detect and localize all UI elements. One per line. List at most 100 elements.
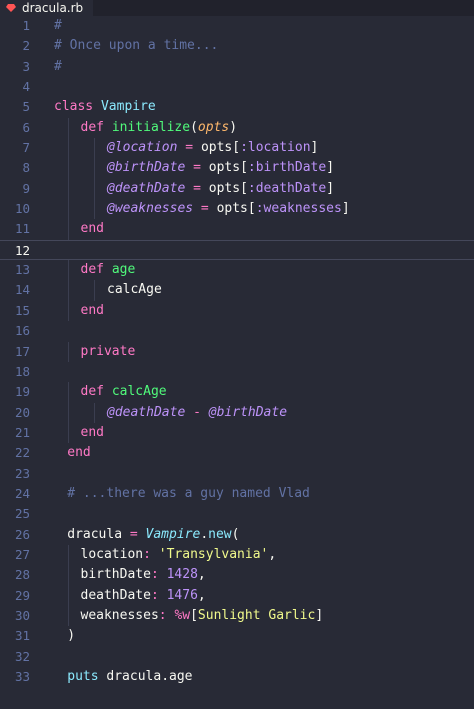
- code-token: :: [143, 546, 159, 562]
- code-line[interactable]: 19 def calcAge: [0, 382, 474, 403]
- tab-dracula-rb[interactable]: dracula.rb: [0, 0, 94, 16]
- line-content: @weaknesses = opts[:weaknesses]: [107, 199, 350, 219]
- code-line[interactable]: 23: [0, 464, 474, 484]
- code-token: opts[: [216, 201, 256, 217]
- indent-guide: [68, 382, 69, 403]
- code-line[interactable]: 33 puts dracula.age: [0, 667, 474, 687]
- line-content: #: [54, 16, 62, 36]
- code-token: 'Transylvania': [158, 546, 269, 562]
- code-token: (: [231, 526, 240, 542]
- code-token: age: [169, 669, 193, 684]
- indent-guide: [68, 300, 69, 322]
- line-number: 3: [22, 58, 30, 74]
- code-line[interactable]: 31): [0, 626, 474, 646]
- code-line[interactable]: 2 # Once upon a time...: [0, 36, 474, 56]
- code-token: def: [80, 384, 112, 400]
- line-content: calcAge: [107, 280, 162, 300]
- line-number: 24: [14, 485, 30, 501]
- code-line[interactable]: 9 @deathDate = opts[:deathDate]: [0, 178, 474, 200]
- code-line[interactable]: 27 location: 'Transylvania',: [0, 544, 474, 566]
- indent-guide: [94, 158, 95, 179]
- code-token: Sunlight Garlic: [197, 607, 316, 623]
- code-line[interactable]: 12: [0, 239, 474, 261]
- line-number: 16: [14, 323, 30, 339]
- code-line[interactable]: 29 deathDate: 1476,: [0, 585, 474, 606]
- code-line[interactable]: 11 end: [0, 219, 474, 240]
- line-number: 12: [14, 242, 30, 258]
- code-token: location: [80, 546, 144, 562]
- line-number: 25: [14, 506, 30, 522]
- code-token: :birthDate: [247, 160, 327, 176]
- code-token: age: [111, 262, 136, 278]
- code-line[interactable]: 15 end: [0, 300, 474, 322]
- code-line[interactable]: 25: [0, 504, 474, 524]
- code-token: opts[: [208, 160, 248, 176]
- line-content: @location = opts[:location]: [107, 138, 318, 158]
- line-number: 6: [22, 119, 30, 135]
- code-line[interactable]: 10 @weaknesses = opts[:weaknesses]: [0, 199, 474, 220]
- code-token: [: [190, 607, 198, 623]
- line-number: 7: [22, 140, 30, 156]
- code-line[interactable]: 14 calcAge: [0, 280, 474, 301]
- indent-guide: [68, 402, 69, 423]
- code-token: ): [67, 628, 76, 644]
- code-token: Vampire: [145, 526, 201, 542]
- line-number: 23: [14, 465, 30, 481]
- line-content: class Vampire: [54, 97, 156, 117]
- line-content: #: [54, 57, 62, 77]
- code-line[interactable]: 32: [0, 647, 474, 667]
- code-token: =: [122, 526, 146, 542]
- code-token: .: [161, 669, 170, 684]
- code-line[interactable]: 26 dracula = Vampire.new(: [0, 525, 474, 545]
- code-token: opts: [197, 119, 230, 135]
- code-line[interactable]: 13 def age: [0, 260, 474, 281]
- code-line[interactable]: 3 #: [0, 57, 474, 77]
- code-token: private: [80, 343, 136, 359]
- code-line[interactable]: 21 end: [0, 422, 474, 444]
- indent-guide: [94, 199, 95, 220]
- line-content: dracula = Vampire.new(: [67, 525, 239, 545]
- code-line[interactable]: 22 end: [0, 443, 474, 463]
- line-number: 2: [22, 38, 30, 54]
- line-number: 19: [14, 384, 30, 400]
- code-line[interactable]: 18: [0, 362, 474, 382]
- code-token: :: [150, 567, 167, 583]
- code-token: ]: [310, 140, 319, 156]
- line-content: end: [67, 443, 90, 463]
- indent-guide: [68, 138, 69, 159]
- code-token: =: [193, 201, 217, 217]
- indent-guide: [68, 341, 69, 362]
- indent-guide: [68, 544, 69, 566]
- code-line[interactable]: 16: [0, 321, 474, 341]
- indent-guide: [94, 402, 95, 423]
- line-number: 27: [14, 546, 30, 562]
- line-number: 21: [14, 424, 30, 440]
- code-token: calcAge: [111, 384, 167, 400]
- code-line[interactable]: 4: [0, 77, 474, 97]
- code-line[interactable]: 28 birthDate: 1428,: [0, 565, 474, 586]
- ruby-icon: [6, 4, 16, 12]
- code-editor[interactable]: dracula.rb 1 #2 # Once upon a time... 3 #4 5 c…: [0, 0, 474, 709]
- code-token: 1428: [166, 567, 198, 583]
- line-number: 8: [22, 160, 30, 176]
- line-content: # Once upon a time...: [54, 36, 218, 56]
- line-number: 29: [14, 587, 30, 603]
- line-number: 4: [22, 79, 30, 95]
- code-line[interactable]: 8 @birthDate = opts[:birthDate]: [0, 158, 474, 179]
- code-line[interactable]: 30 weaknesses: %w[Sunlight Garlic]: [0, 605, 474, 627]
- code-area[interactable]: 1 #2 # Once upon a time... 3 #4 5 class Vampir…: [0, 16, 474, 687]
- code-token: =: [185, 180, 209, 196]
- line-number: 11: [14, 221, 30, 237]
- line-number: 22: [14, 445, 30, 461]
- line-content: location: 'Transylvania',: [81, 545, 277, 565]
- code-token: def: [80, 262, 112, 278]
- code-line[interactable]: 5 class Vampire: [0, 97, 474, 117]
- code-line[interactable]: 20 @deathDate - @birthDate: [0, 402, 474, 423]
- code-line[interactable]: 6 def initialize(opts): [0, 117, 474, 139]
- line-content: # ...there was a guy named Vlad: [67, 484, 310, 504]
- code-line[interactable]: 1 #: [0, 16, 474, 36]
- code-line[interactable]: 7 @location = opts[:location]: [0, 138, 474, 159]
- line-content: @deathDate = opts[:deathDate]: [107, 179, 334, 199]
- code-line[interactable]: 17 private: [0, 341, 474, 362]
- code-line[interactable]: 24 # ...there was a guy named Vlad: [0, 484, 474, 504]
